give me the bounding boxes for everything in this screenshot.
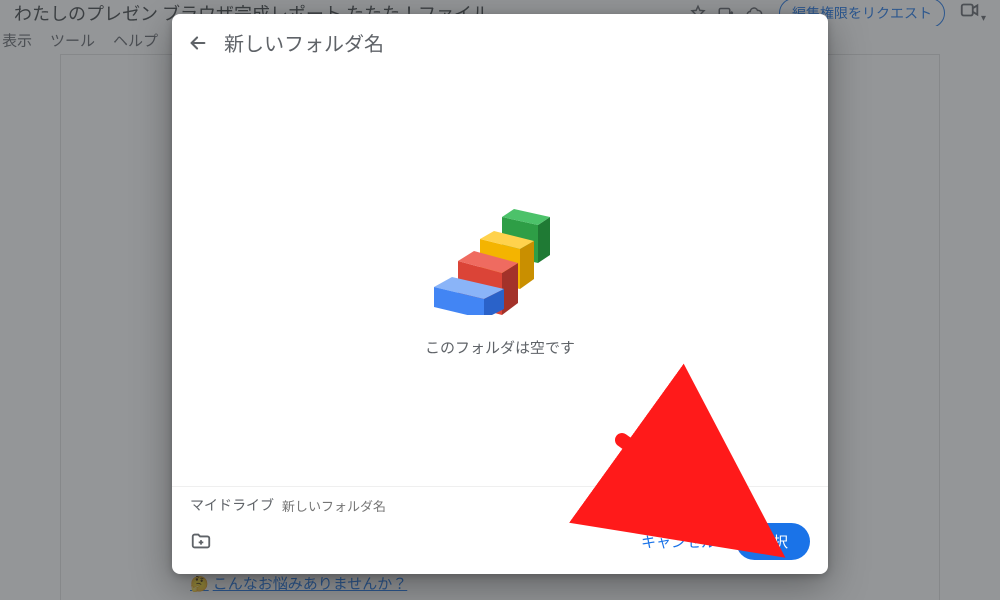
empty-folder-message: このフォルダは空です [425,337,575,358]
dialog-title: 新しいフォルダ名 [224,28,384,57]
select-button[interactable]: 選択 [736,523,810,560]
new-folder-icon [190,530,212,552]
breadcrumb-current: 新しいフォルダ名 [282,496,386,515]
cancel-button[interactable]: キャンセル [627,523,730,560]
new-folder-button[interactable] [190,530,214,554]
breadcrumb-root[interactable]: マイドライブ [190,495,274,515]
empty-folders-illustration [430,195,570,315]
breadcrumb: マイドライブ 新しいフォルダ名 [172,486,828,517]
back-button[interactable] [186,31,210,55]
arrow-left-icon [187,32,209,54]
move-file-dialog: 新しいフォルダ名 [172,14,828,574]
